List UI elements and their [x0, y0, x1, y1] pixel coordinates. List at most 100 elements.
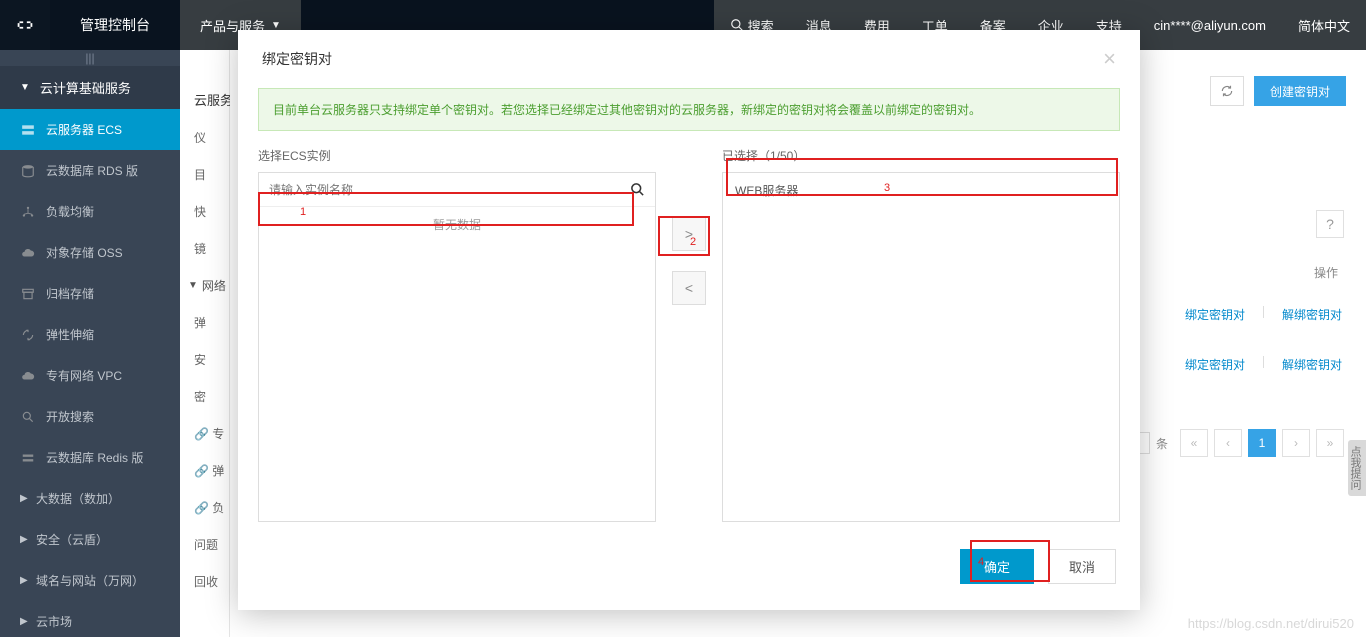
- page-prev-button[interactable]: ‹: [1214, 429, 1242, 457]
- sidebar-group-domain[interactable]: ▶ 域名与网站（万网）: [0, 560, 180, 601]
- sidebar-item-ecs[interactable]: 云服务器 ECS: [0, 109, 180, 150]
- unbind-keypair-link[interactable]: 解绑密钥对: [1282, 356, 1342, 373]
- sidebar-item-label: 专有网络 VPC: [46, 367, 122, 384]
- server-icon: [20, 123, 36, 137]
- pagination: 0 ▼ 条 « ‹ 1 › »: [1108, 429, 1344, 457]
- confirm-button[interactable]: 确定: [960, 549, 1034, 584]
- link-icon: 🔗: [194, 464, 209, 478]
- sub-item[interactable]: 安: [180, 341, 229, 378]
- chevron-right-icon: ▶: [20, 616, 26, 627]
- nav-account[interactable]: cin****@aliyun.com: [1138, 0, 1282, 50]
- scaling-icon: [20, 328, 36, 342]
- modal-title: 绑定密钥对: [262, 49, 332, 69]
- sidebar-collapse-handle[interactable]: |||: [0, 50, 180, 66]
- divider: [1263, 356, 1264, 368]
- page-first-button[interactable]: «: [1180, 429, 1208, 457]
- table-row-actions: 绑定密钥对 解绑密钥对: [1185, 356, 1342, 373]
- modal-header: 绑定密钥对 ×: [238, 30, 1140, 88]
- sidebar-group-cloud[interactable]: ▼ 云计算基础服务: [0, 66, 180, 109]
- sidebar-item-label: 域名与网站（万网）: [36, 572, 144, 589]
- table-row-actions: 绑定密钥对 解绑密钥对: [1185, 306, 1342, 323]
- list-item[interactable]: WEB服务器: [723, 173, 1119, 207]
- sub-item[interactable]: 回收: [180, 563, 229, 600]
- refresh-button[interactable]: [1210, 76, 1244, 106]
- modal-body: 目前单台云服务器只支持绑定单个密钥对。若您选择已经绑定过其他密钥对的云服务器，新…: [238, 88, 1140, 529]
- sidebar-group-bigdata[interactable]: ▶ 大数据（数加）: [0, 478, 180, 519]
- sidebar-item-archive[interactable]: 归档存储: [0, 273, 180, 314]
- search-icon: [20, 410, 36, 424]
- bind-keypair-modal: 绑定密钥对 × 目前单台云服务器只支持绑定单个密钥对。若您选择已经绑定过其他密钥…: [238, 30, 1140, 610]
- help-button[interactable]: ?: [1316, 210, 1344, 238]
- page-last-button[interactable]: »: [1316, 429, 1344, 457]
- sub-item[interactable]: 🔗 弹: [180, 452, 229, 489]
- search-icon[interactable]: [630, 182, 645, 197]
- info-banner: 目前单台云服务器只支持绑定单个密钥对。若您选择已经绑定过其他密钥对的云服务器，新…: [258, 88, 1120, 131]
- cancel-button[interactable]: 取消: [1048, 549, 1116, 584]
- console-title: 管理控制台: [50, 15, 180, 35]
- sub-item[interactable]: 🔗 专: [180, 415, 229, 452]
- sidebar-group-market[interactable]: ▶ 云市场: [0, 601, 180, 637]
- transfer-target: 已选择（1/50） WEB服务器: [722, 147, 1120, 522]
- operations-column-header: 操作: [1314, 264, 1338, 281]
- close-icon[interactable]: ×: [1103, 46, 1116, 72]
- sidebar-item-opensearch[interactable]: 开放搜索: [0, 396, 180, 437]
- sidebar-item-label: 大数据（数加）: [36, 490, 120, 507]
- bind-keypair-link[interactable]: 绑定密钥对: [1185, 356, 1245, 373]
- sub-item[interactable]: 弹: [180, 304, 229, 341]
- page-next-button[interactable]: ›: [1282, 429, 1310, 457]
- target-listbox: WEB服务器: [722, 172, 1120, 522]
- sidebar-group-security[interactable]: ▶ 安全（云盾）: [0, 519, 180, 560]
- sidebar-item-label: 云数据库 RDS 版: [46, 162, 138, 179]
- sidebar-item-label: 开放搜索: [46, 408, 94, 425]
- sub-sidebar-title: 云服务: [180, 80, 229, 119]
- database-icon: [20, 164, 36, 178]
- cloud-icon: [20, 246, 36, 260]
- create-keypair-button[interactable]: 创建密钥对: [1254, 76, 1346, 106]
- sub-item[interactable]: 镜: [180, 230, 229, 267]
- sub-item[interactable]: 目: [180, 156, 229, 193]
- divider: [1263, 306, 1264, 318]
- sub-cat-network[interactable]: ▼ 网络: [180, 267, 229, 304]
- transfer-controls: > <: [672, 147, 706, 305]
- sidebar: ||| ▼ 云计算基础服务 云服务器 ECS 云数据库 RDS 版 负载均衡 对…: [0, 50, 180, 637]
- brand-logo[interactable]: [0, 0, 50, 50]
- sub-item[interactable]: 快: [180, 193, 229, 230]
- sidebar-item-label: 对象存储 OSS: [46, 244, 123, 261]
- link-icon: 🔗: [194, 501, 209, 515]
- move-right-button[interactable]: >: [672, 217, 706, 251]
- sidebar-item-slb[interactable]: 负载均衡: [0, 191, 180, 232]
- link-icon: 🔗: [194, 427, 209, 441]
- caret-down-icon: ▼: [20, 82, 30, 93]
- sidebar-item-label: 云服务器 ECS: [46, 121, 122, 138]
- sidebar-group-label: 云计算基础服务: [40, 78, 131, 97]
- page-number-button[interactable]: 1: [1248, 429, 1276, 457]
- sidebar-item-redis[interactable]: 云数据库 Redis 版: [0, 437, 180, 478]
- sidebar-item-vpc[interactable]: 专有网络 VPC: [0, 355, 180, 396]
- unbind-keypair-link[interactable]: 解绑密钥对: [1282, 306, 1342, 323]
- source-label: 选择ECS实例: [258, 147, 656, 164]
- feedback-side-tab[interactable]: 点我提问: [1348, 440, 1366, 496]
- sub-sidebar: 云服务 仪 目 快 镜 ▼ 网络 弹 安 密 🔗 专 🔗 弹 🔗 负 问题 回收: [180, 50, 230, 637]
- nav-language[interactable]: 简体中文: [1282, 0, 1366, 50]
- sidebar-item-oss[interactable]: 对象存储 OSS: [0, 232, 180, 273]
- page-size-suffix: 条: [1156, 435, 1168, 452]
- transfer-panel: 选择ECS实例 暂无数据 > < 已选择: [258, 147, 1120, 522]
- sub-item[interactable]: 🔗 负: [180, 489, 229, 526]
- search-input[interactable]: [269, 183, 630, 197]
- redis-icon: [20, 451, 36, 465]
- sub-item[interactable]: 问题: [180, 526, 229, 563]
- watermark: https://blog.csdn.net/dirui520: [1188, 616, 1354, 631]
- sub-item[interactable]: 仪: [180, 119, 229, 156]
- sub-item[interactable]: 密: [180, 378, 229, 415]
- transfer-source: 选择ECS实例 暂无数据: [258, 147, 656, 522]
- bind-keypair-link[interactable]: 绑定密钥对: [1185, 306, 1245, 323]
- modal-footer: 确定 取消: [238, 529, 1140, 610]
- sidebar-item-label: 弹性伸缩: [46, 326, 94, 343]
- chevron-right-icon: ▶: [20, 534, 26, 545]
- sidebar-item-label: 云市场: [36, 613, 72, 630]
- archive-icon: [20, 287, 36, 301]
- sidebar-item-ess[interactable]: 弹性伸缩: [0, 314, 180, 355]
- caret-down-icon: ▼: [271, 20, 281, 31]
- sidebar-item-rds[interactable]: 云数据库 RDS 版: [0, 150, 180, 191]
- move-left-button[interactable]: <: [672, 271, 706, 305]
